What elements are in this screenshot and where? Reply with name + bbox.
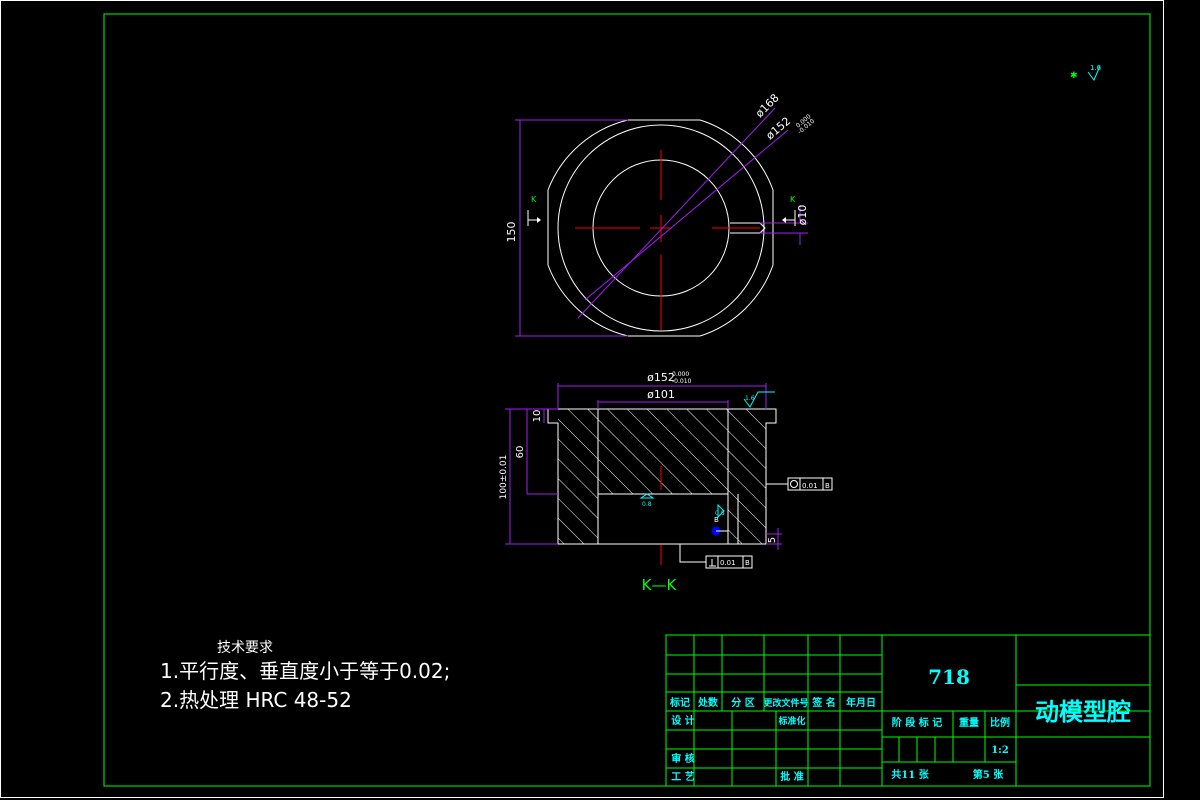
title-block-headers: 标记 处数 分 区 更改文件号 签 名 年月日 [669,696,876,709]
tech-requirements: 技术要求 1.平行度、垂直度小于等于0.02; 2.热处理 HRC 48-52 [160,640,450,712]
svg-text:1.6: 1.6 [745,395,755,402]
row-review: 审 核 [671,752,694,765]
sheet-number: 第5 张 [973,768,1004,781]
dim-height: 150 [505,222,518,243]
svg-text:1.6: 1.6 [1090,64,1102,72]
sec-dim-top: ø152 [647,371,675,384]
svg-text:B: B [714,516,719,524]
gdt-flatness-frame: 0.01 B [766,477,833,491]
svg-text:B: B [825,482,830,490]
scale-value: 1:2 [991,745,1009,756]
row-process: 工 艺 [671,770,694,783]
weight-label: 重量 [959,716,979,729]
tech-req-item-1: 1.平行度、垂直度小于等于0.02; [160,659,450,683]
svg-text:B: B [745,559,750,567]
material-value: 718 [928,665,970,689]
sec-dim-depth: 60 [515,446,526,459]
row-standard: 标准化 [777,715,805,727]
svg-text:0.01: 0.01 [720,559,736,567]
svg-text:年月日: 年月日 [846,696,876,709]
svg-text:0.8: 0.8 [642,501,652,508]
svg-text:K: K [531,195,537,204]
svg-text:分 区: 分 区 [731,696,754,709]
section-mark-left: K [527,195,541,226]
roughness-bottom: 0.8 [639,493,655,508]
gdt-perpendicularity-frame: 0.01 B [679,544,753,569]
scale-label: 比例 [990,716,1010,729]
dim-hole: ø10 [796,205,809,226]
stage-label: 阶 段 标 记 [892,716,942,729]
part-name: 动模型腔 [1035,697,1131,726]
corner-roughness-symbol: 1.6 ✱ [1070,64,1102,81]
sec-dim-top-tol-lower: -0.010 [672,378,692,385]
svg-text:标记: 标记 [669,696,690,709]
svg-text:✱: ✱ [1070,71,1078,81]
svg-text:K: K [790,195,796,204]
datum-marker: B [711,516,728,536]
tech-req-title: 技术要求 [217,640,273,656]
row-design: 设 计 [671,714,694,727]
top-view: 150 ø168 ø152 0.000 -0.010 ø10 K K [505,91,816,337]
title-block: 718 动模型腔 标记 处数 分 区 更改文件号 签 名 年月日 设 计 标准化… [665,634,1151,787]
svg-text:处数: 处数 [697,696,719,709]
cad-drawing: 1.6 ✱ 150 ø168 ø152 0.000 -0.010 ø10 K K… [0,0,1164,798]
svg-text:更改文件号: 更改文件号 [763,697,808,709]
section-label: K—K [642,576,678,594]
tech-req-item-2: 2.热处理 HRC 48-52 [160,688,352,712]
sec-dim-inner: ø101 [647,388,675,401]
row-approve: 批 准 [780,770,803,783]
section-mark-right: K [782,195,796,226]
total-sheets: 共11 张 [891,768,929,781]
sec-dim-top-tol-upper: 0.000 [672,371,689,378]
hatch-core [598,409,728,494]
svg-text:0.01: 0.01 [802,482,818,490]
svg-text:签 名: 签 名 [811,696,835,709]
section-view: ø152 0.000 -0.010 ø101 10 60 100±0.01 5 … [499,371,833,594]
sec-dim-total: 100±0.01 [499,455,509,500]
sec-dim-step: 10 [532,410,543,423]
roughness-top: 1.6 [743,391,775,408]
sec-dim-bottom: 5 [767,537,778,543]
